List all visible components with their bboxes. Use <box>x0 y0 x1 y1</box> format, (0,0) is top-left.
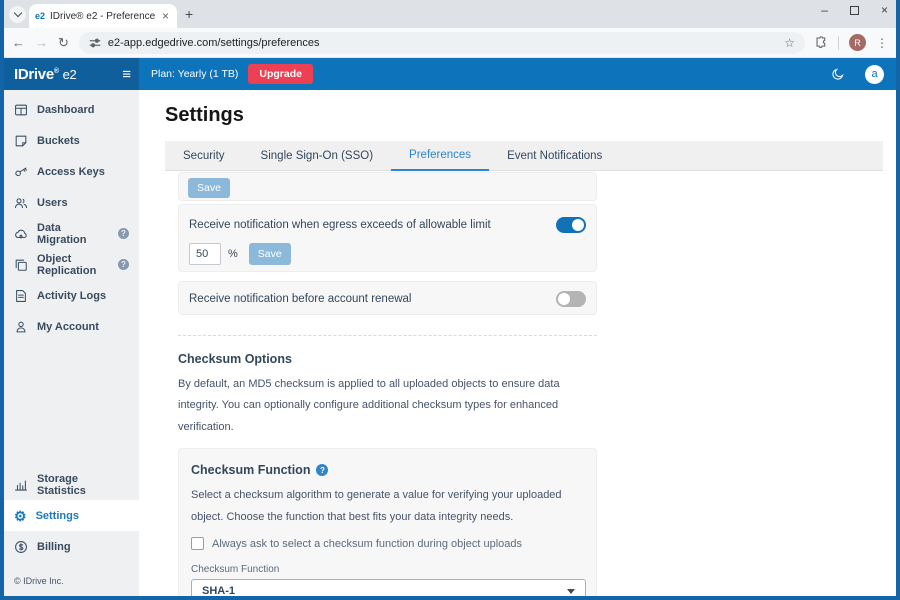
users-icon <box>14 196 28 210</box>
sidebar-item-my-account[interactable]: My Account <box>4 311 139 342</box>
person-icon <box>14 320 28 334</box>
sidebar-item-access-keys[interactable]: Access Keys <box>4 156 139 187</box>
window-minimize-button[interactable]: – <box>821 4 828 16</box>
checksum-options-title: Checksum Options <box>178 352 597 366</box>
info-icon[interactable]: ? <box>316 464 328 476</box>
copy-icon <box>14 258 28 272</box>
sidebar-item-storage-statistics[interactable]: Storage Statistics <box>4 469 139 500</box>
window-maximize-button[interactable] <box>850 6 859 15</box>
hamburger-menu-icon[interactable]: ≡ <box>122 67 131 82</box>
sidebar-item-data-migration[interactable]: Data Migration ? <box>4 218 139 249</box>
bookmark-icon[interactable]: ☆ <box>784 36 795 50</box>
idrive-e2-logo: IDrive® e2 <box>14 66 77 83</box>
plan-label: Plan: Yearly (1 TB) <box>151 68 238 80</box>
browser-tabstrip: e2 IDrive® e2 - Preferences × + – × <box>4 0 896 28</box>
gear-icon: ⚙ <box>14 509 27 523</box>
back-icon[interactable]: ← <box>12 35 25 50</box>
help-icon[interactable]: ? <box>118 228 129 239</box>
egress-toggle[interactable] <box>556 217 586 233</box>
url-text[interactable]: e2-app.edgedrive.com/settings/preference… <box>108 37 777 49</box>
sidebar-item-buckets[interactable]: Buckets <box>4 125 139 156</box>
sidebar-item-object-replication[interactable]: Object Replication ? <box>4 249 139 280</box>
key-icon <box>14 165 28 179</box>
save-button-egress[interactable]: Save <box>249 243 291 265</box>
browser-tab[interactable]: e2 IDrive® e2 - Preferences × <box>29 4 177 28</box>
egress-label: Receive notification when egress exceeds… <box>189 219 491 231</box>
egress-notification-card: Receive notification when egress exceeds… <box>178 204 597 272</box>
new-tab-button[interactable]: + <box>185 6 193 22</box>
upgrade-button[interactable]: Upgrade <box>248 64 313 84</box>
window-close-button[interactable]: × <box>881 4 888 16</box>
main-content: Settings Security Single Sign-On (SSO) P… <box>139 90 896 596</box>
tab-security[interactable]: Security <box>165 141 243 171</box>
clipped-card: Save <box>178 172 597 201</box>
sidebar-item-settings[interactable]: ⚙ Settings <box>4 500 139 531</box>
account-avatar[interactable]: a <box>865 65 884 84</box>
sidebar-item-dashboard[interactable]: Dashboard <box>4 94 139 125</box>
save-button-top[interactable]: Save <box>188 178 230 198</box>
sidebar: Dashboard Buckets Access Keys Users Data… <box>4 90 139 596</box>
chevron-down-icon <box>567 589 575 594</box>
settings-tabbar: Security Single Sign-On (SSO) Preference… <box>165 141 883 171</box>
browser-profile-avatar[interactable]: R <box>849 34 866 51</box>
reload-icon[interactable]: ↻ <box>58 35 69 51</box>
selected-checksum-value: SHA-1 <box>202 585 235 596</box>
always-ask-checkbox[interactable] <box>191 537 204 550</box>
browser-toolbar: ← → ↻ e2-app.edgedrive.com/settings/pref… <box>4 28 896 58</box>
tab-search-icon[interactable] <box>9 6 26 23</box>
tab-close-icon[interactable]: × <box>160 9 171 23</box>
logo-area: IDrive® e2 ≡ <box>4 58 139 90</box>
site-settings-icon[interactable] <box>89 37 101 49</box>
checksum-function-description: Select a checksum algorithm to generate … <box>191 485 584 528</box>
extensions-icon[interactable] <box>815 36 828 49</box>
bar-chart-icon <box>14 478 28 492</box>
always-ask-label: Always ask to select a checksum function… <box>212 538 522 550</box>
section-divider <box>178 335 597 336</box>
checksum-function-card: Checksum Function ? Select a checksum al… <box>178 448 597 596</box>
renewal-label: Receive notification before account rene… <box>189 293 411 305</box>
tab-preferences[interactable]: Preferences <box>391 141 489 171</box>
cloud-icon <box>14 227 28 241</box>
browser-window: e2 IDrive® e2 - Preferences × + – × ← → … <box>0 0 900 600</box>
tab-event-notifications[interactable]: Event Notifications <box>489 141 620 171</box>
checksum-function-title: Checksum Function ? <box>191 463 584 477</box>
bucket-icon <box>14 134 28 148</box>
app-header: IDrive® e2 ≡ Plan: Yearly (1 TB) Upgrade… <box>4 58 896 90</box>
checksum-select-label: Checksum Function <box>191 564 584 575</box>
renewal-notification-card: Receive notification before account rene… <box>178 281 597 315</box>
sidebar-item-activity-logs[interactable]: Activity Logs <box>4 280 139 311</box>
document-icon <box>14 289 28 303</box>
page-title: Settings <box>165 104 896 127</box>
tab-title: IDrive® e2 - Preferences <box>50 11 155 22</box>
checksum-function-select[interactable]: SHA-1 <box>191 579 586 596</box>
dark-mode-icon[interactable] <box>831 67 845 81</box>
renewal-toggle[interactable] <box>556 291 586 307</box>
url-bar[interactable]: e2-app.edgedrive.com/settings/preference… <box>79 32 805 54</box>
app-header-main: Plan: Yearly (1 TB) Upgrade a <box>139 58 896 90</box>
egress-percent-input[interactable] <box>189 243 221 265</box>
tab-sso[interactable]: Single Sign-On (SSO) <box>243 141 392 171</box>
browser-menu-icon[interactable]: ⋮ <box>876 36 888 50</box>
dollar-icon <box>14 540 28 554</box>
percent-label: % <box>228 248 238 260</box>
copyright-text: © IDrive Inc. <box>4 562 139 596</box>
help-icon[interactable]: ? <box>118 259 129 270</box>
sidebar-item-billing[interactable]: Billing <box>4 531 139 562</box>
favicon: e2 <box>35 11 45 21</box>
dashboard-icon <box>14 103 28 117</box>
checksum-options-description: By default, an MD5 checksum is applied t… <box>178 374 597 438</box>
forward-icon[interactable]: → <box>35 35 48 50</box>
toolbar-divider <box>838 36 839 50</box>
sidebar-item-users[interactable]: Users <box>4 187 139 218</box>
